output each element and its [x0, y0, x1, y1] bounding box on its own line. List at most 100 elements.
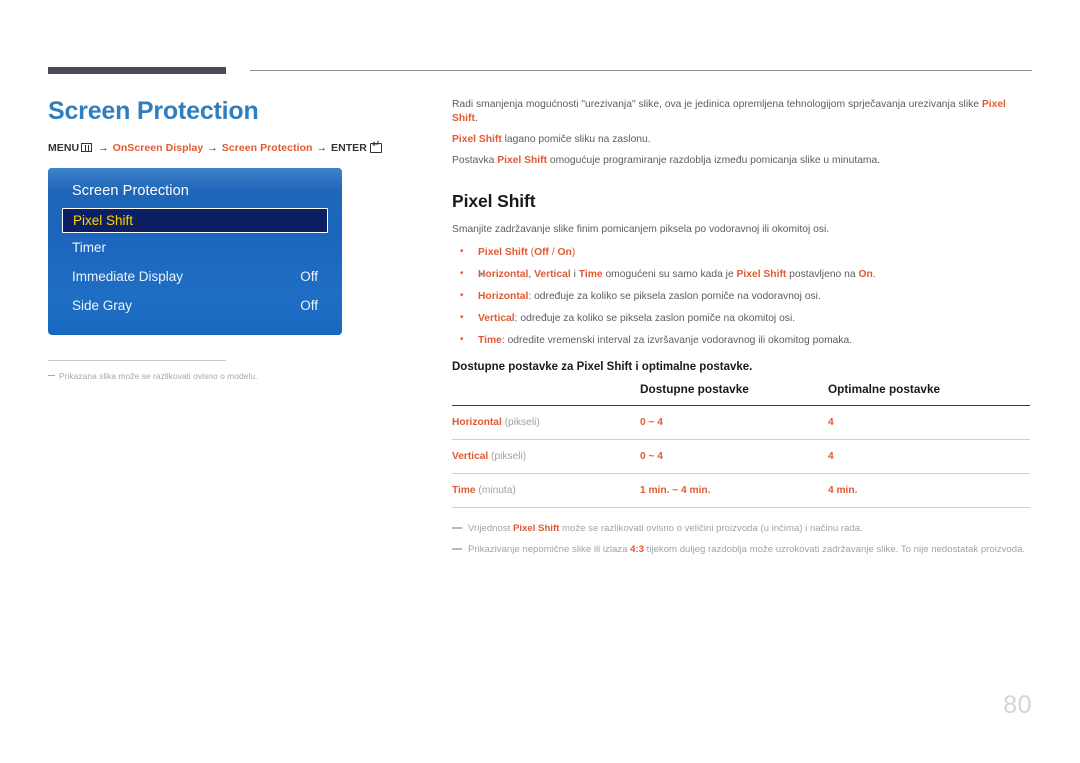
bullet-pixel-shift-off: Off: [534, 247, 549, 258]
intro-p3-text-c: omogućuje programiranje razdoblja između…: [547, 155, 881, 166]
table-row: Horizontal (pikseli) 0 ~ 4 4: [452, 405, 1030, 440]
bullet-subnote: Horizontal, Vertical i Time omogućeni su…: [452, 267, 1030, 282]
subnote-dash-icon: [480, 274, 488, 276]
subnote-pixel-shift: Pixel Shift: [736, 269, 787, 280]
footnote-dash-icon: [452, 548, 462, 550]
table-row-unit: (pikseli): [488, 451, 527, 462]
footnote-dash-icon: [452, 527, 462, 529]
table-row-unit: (pikseli): [501, 417, 540, 428]
osd-menu-rows: Pixel Shift Timer Immediate Display Off …: [48, 208, 342, 320]
settings-table: Dostupne postavke Optimalne postavke Hor…: [452, 382, 1030, 508]
enter-key-icon: [369, 140, 382, 153]
osd-row-value: Off: [300, 269, 318, 284]
bullet-vertical-name: Vertical: [478, 313, 515, 324]
bullet-pixel-shift-sep: /: [548, 247, 558, 258]
breadcrumb-menu-label: MENU: [48, 142, 80, 154]
intro-paragraph-3: Postavka Pixel Shift omogućuje programir…: [452, 154, 1030, 168]
breadcrumb-arrow-3: →: [316, 142, 328, 154]
subnote-sep-2: i: [570, 269, 579, 280]
table-header-available: Dostupne postavke: [640, 382, 749, 396]
right-column: Radi smanjenja mogućnosti "urezivanja" s…: [452, 98, 1030, 564]
bullet-list: Pixel Shift (Off / On) Horizontal, Verti…: [452, 245, 1030, 348]
footnote-1-text-a: Vrijednost: [468, 523, 513, 534]
breadcrumb-enter-label: ENTER: [331, 142, 367, 154]
osd-row-pixel-shift[interactable]: Pixel Shift: [62, 208, 328, 233]
intro-p1-text-a: Radi smanjenja mogućnosti "urezivanja" s…: [452, 99, 982, 110]
bullet-horizontal-name: Horizontal: [478, 291, 529, 302]
breadcrumb-arrow-1: →: [98, 142, 109, 154]
breadcrumb: MENU → OnScreen Display → Screen Protect…: [48, 140, 430, 154]
bullet-horizontal: Horizontal: određuje za koliko se piksel…: [452, 289, 1030, 304]
footnote-2-text-a: Prikazivanje nepomične slike ili izlaza: [468, 544, 631, 555]
bullet-pixel-shift: Pixel Shift (Off / On): [452, 245, 1030, 260]
osd-row-immediate-display[interactable]: Immediate Display Off: [48, 262, 342, 291]
section-lead: Smanjite zadržavanje slike finim pomican…: [452, 224, 830, 235]
page-title: Screen Protection: [48, 97, 259, 125]
footnote-1-accent: Pixel Shift: [512, 523, 560, 534]
osd-row-timer[interactable]: Timer: [48, 233, 342, 262]
intro-p3-text-a: Postavka: [452, 155, 498, 166]
footnote-2-text-c: tijekom duljeg razdoblja može uzrokovati…: [643, 544, 1026, 555]
osd-row-label: Timer: [72, 240, 106, 255]
table-row-name: Horizontal: [452, 417, 502, 428]
left-note-text: Prikazana slika može se razlikovati ovis…: [59, 371, 258, 381]
table-row-name: Time: [452, 485, 476, 496]
table-cell-optimal: 4: [828, 451, 834, 462]
osd-row-side-gray[interactable]: Side Gray Off: [48, 291, 342, 320]
table-cell-available: 1 min. ~ 4 min.: [640, 485, 711, 496]
bullet-vertical: Vertical: određuje za koliko se piksela …: [452, 311, 1030, 326]
breadcrumb-step-screen-protection[interactable]: Screen Protection: [222, 142, 313, 154]
table-cell-available: 0 ~ 4: [640, 451, 663, 462]
table-row-unit: (minuta): [475, 485, 516, 496]
left-note-divider: [48, 360, 226, 361]
table-caption: Dostupne postavke za Pixel Shift i optim…: [452, 361, 753, 373]
menu-icon: [81, 143, 93, 152]
intro-p2-text-b: lagano pomiče sliku na zaslonu.: [501, 134, 651, 145]
subnote-text-2: postavljeno na: [786, 269, 859, 280]
table-cell-optimal: 4 min.: [828, 485, 858, 496]
osd-row-label: Immediate Display: [72, 269, 184, 284]
table-header-row: Dostupne postavke Optimalne postavke: [452, 382, 1030, 406]
table-row: Time (minuta) 1 min. ~ 4 min. 4 min.: [452, 474, 1030, 508]
section-title-pixel-shift: Pixel Shift: [452, 191, 536, 211]
footnote-2: Prikazivanje nepomične slike ili izlaza …: [452, 543, 1030, 556]
table-cell-name: Vertical (pikseli): [452, 440, 640, 474]
osd-row-value: Off: [300, 298, 318, 313]
footnote-2-accent: 4:3: [630, 544, 644, 555]
intro-p2-accent: Pixel Shift: [452, 134, 502, 145]
osd-menu-title: Screen Protection: [72, 183, 189, 199]
header-rule-thick: [48, 67, 226, 74]
table-cell-optimal: 4: [828, 417, 834, 428]
note-dash-icon: [48, 374, 55, 376]
table-row-name: Vertical: [452, 451, 489, 462]
breadcrumb-arrow-2: →: [207, 142, 218, 154]
left-column: Screen Protection MENU → OnScreen Displa…: [48, 96, 430, 382]
bullet-vertical-text: : određuje za koliko se piksela zaslon p…: [514, 313, 796, 324]
left-note: Prikazana slika može se razlikovati ovis…: [48, 370, 430, 382]
footnote-1-text-c: može se razlikovati ovisno o veličini pr…: [559, 523, 863, 534]
footnote-1: Vrijednost Pixel Shift može se razlikova…: [452, 522, 1030, 535]
header-rule-thin: [250, 70, 1032, 71]
bullet-time-text: : odredite vremenski interval za izvršav…: [501, 335, 853, 346]
bullet-time: Time: odredite vremenski interval za izv…: [452, 333, 1030, 348]
subnote-text-1: omogućeni su samo kada je: [602, 269, 737, 280]
bullet-horizontal-text: : određuje za koliko se piksela zaslon p…: [528, 291, 821, 302]
bullet-pixel-shift-on: On: [557, 247, 572, 258]
subnote-text-3: .: [872, 269, 876, 280]
table-cell-available: 0 ~ 4: [640, 417, 663, 428]
table-cell-name: Time (minuta): [452, 474, 640, 508]
subnote-on: On: [858, 269, 873, 280]
table-cell-name: Horizontal (pikseli): [452, 406, 640, 440]
table-header-optimal: Optimalne postavke: [828, 382, 941, 396]
osd-row-label: Pixel Shift: [73, 213, 134, 228]
table-row: Vertical (pikseli) 0 ~ 4 4: [452, 440, 1030, 474]
subnote-vertical: Vertical: [534, 269, 571, 280]
osd-menu-screenshot: Screen Protection Pixel Shift Timer Imme…: [48, 168, 342, 335]
page-number: 80: [1003, 691, 1032, 719]
intro-p1-text-c: .: [474, 113, 478, 124]
bullet-pixel-shift-name: Pixel Shift: [478, 247, 528, 258]
breadcrumb-step-onscreen-display[interactable]: OnScreen Display: [113, 142, 204, 154]
intro-paragraph-1: Radi smanjenja mogućnosti "urezivanja" s…: [452, 98, 1030, 126]
bullet-time-name: Time: [478, 335, 502, 346]
footnotes: Vrijednost Pixel Shift može se razlikova…: [452, 522, 1030, 556]
